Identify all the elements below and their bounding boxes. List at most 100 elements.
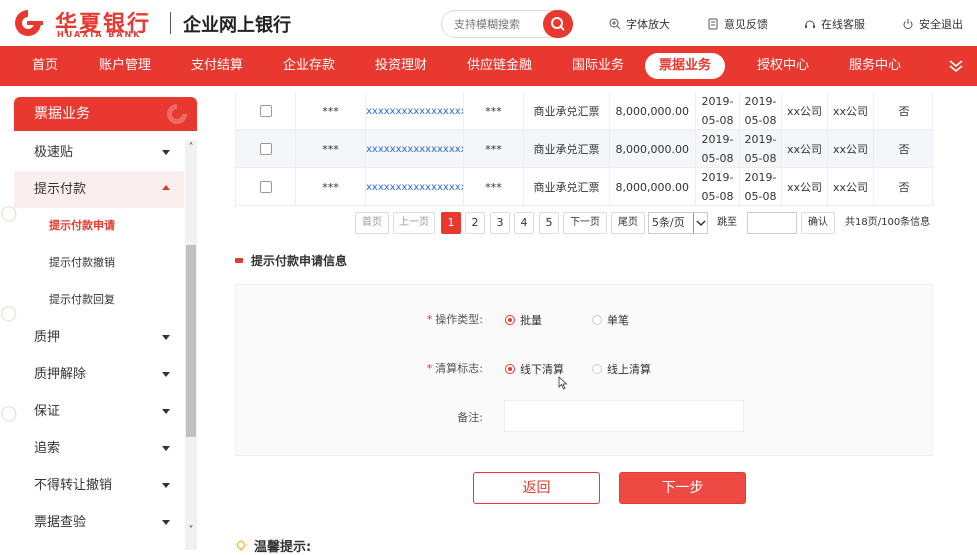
sidebar-item-nontransfer-revoke[interactable]: 不得转让撤销 <box>14 467 184 504</box>
feedback-icon <box>708 18 718 30</box>
sidebar-item-pledge-release[interactable]: 质押解除 <box>14 356 184 393</box>
next-step-button[interactable]: 下一步 <box>619 472 746 504</box>
settle-online-radio[interactable]: 线上清算 <box>592 361 651 377</box>
online-service-link[interactable]: 在线客服 <box>804 16 865 32</box>
table-cell: *** <box>464 130 524 168</box>
logout-link[interactable]: 安全退出 <box>902 16 963 32</box>
search-input[interactable] <box>454 16 544 32</box>
op-type-single-radio[interactable]: 单笔 <box>592 312 629 328</box>
row-checkbox[interactable] <box>259 181 272 193</box>
sidebar-sub-revoke[interactable]: 提示付款撤销 <box>14 245 184 281</box>
page-2-button[interactable]: 2 <box>465 212 485 234</box>
remark-input[interactable] <box>504 400 744 432</box>
nav-item-deposit[interactable]: 企业存款 <box>283 46 335 86</box>
caret-down-icon <box>162 520 170 525</box>
prev-page-button[interactable]: 上一页 <box>393 212 435 234</box>
radio-dot <box>505 364 515 374</box>
table-cell: 2019- 05-08 <box>696 92 740 130</box>
scroll-down-icon[interactable]: ˅ <box>185 525 197 537</box>
chevron-down-icon[interactable] <box>948 58 964 74</box>
table-row[interactable]: *** xxxxxxxxxxxxxxxxxx *** 商业承兑汇票 8,000,… <box>236 92 934 130</box>
jump-confirm-button[interactable]: 确认 <box>801 212 835 234</box>
jump-page-input[interactable] <box>747 212 797 234</box>
sidebar-item-label: 质押解除 <box>34 367 87 382</box>
caret-down-icon <box>162 150 170 155</box>
page-4-button[interactable]: 4 <box>514 212 534 234</box>
sidebar-item-payment-prompt[interactable]: 提示付款 <box>14 171 184 208</box>
nav-item-service[interactable]: 服务中心 <box>849 46 901 86</box>
side-decoration: ○ <box>0 400 18 424</box>
date-part: 05-08 <box>701 152 734 165</box>
table-cell: xx公司 <box>782 92 828 130</box>
table-row[interactable]: *** xxxxxxxxxxxxxxxxxx *** 商业承兑汇票 8,000,… <box>236 168 934 206</box>
logo-name-en: HUAXIA BANK <box>57 30 142 39</box>
nav-item-supply-chain[interactable]: 供应链金融 <box>467 46 532 86</box>
feedback-link[interactable]: 意见反馈 <box>707 16 768 32</box>
page-3-button[interactable]: 3 <box>490 212 510 234</box>
op-type-batch-radio[interactable]: 批量 <box>505 312 542 328</box>
caret-down-icon <box>162 446 170 451</box>
table-cell: 8,000,000.00 <box>610 92 696 130</box>
table-cell: 商业承兑汇票 <box>524 92 610 130</box>
scroll-up-icon[interactable]: ˄ <box>185 142 197 154</box>
sidebar-item-recourse[interactable]: 追索 <box>14 430 184 467</box>
last-page-button[interactable]: 尾页 <box>611 212 645 234</box>
nav-item-home[interactable]: 首页 <box>32 46 58 86</box>
date-part: 2019- <box>744 171 777 184</box>
logo-mark-icon <box>15 10 43 36</box>
sidebar-item-label: 提示付款 <box>34 182 87 197</box>
row-checkbox[interactable] <box>259 143 272 155</box>
search-box <box>441 10 573 38</box>
table-cell: *** <box>296 92 366 130</box>
date-part: 05-08 <box>744 114 777 127</box>
pager-summary: 共18页/100条信息 <box>845 217 931 228</box>
caret-down-icon <box>162 409 170 414</box>
page-5-button[interactable]: 5 <box>539 212 559 234</box>
nav-item-investment[interactable]: 投资理财 <box>375 46 427 86</box>
table-cell: 8,000,000.00 <box>610 168 696 206</box>
nav-item-authorization[interactable]: 授权中心 <box>757 46 809 86</box>
sidebar: 票据业务 极速贴 提示付款 提示付款申请 提示付款撤销 提示付款回复 质押 质押… <box>14 97 197 551</box>
sidebar-sub-apply[interactable]: 提示付款申请 <box>14 208 184 244</box>
page-1-button[interactable]: 1 <box>441 212 461 234</box>
date-part: 2019- <box>744 133 777 146</box>
op-type-label: * 操作类型: <box>426 313 483 326</box>
sidebar-item-guarantee[interactable]: 保证 <box>14 393 184 430</box>
radio-label: 线下清算 <box>520 363 564 376</box>
nav-item-bills[interactable]: 票据业务 <box>645 53 726 79</box>
row-checkbox-cell <box>236 92 296 130</box>
logo-watermark-icon <box>167 104 187 124</box>
search-button[interactable] <box>543 10 573 38</box>
bill-number-link[interactable]: xxxxxxxxxxxxxxxxxx <box>366 92 464 130</box>
next-page-button[interactable]: 下一页 <box>563 212 607 234</box>
sidebar-item-bill-inspection[interactable]: 票据查验 <box>14 504 184 541</box>
sidebar-scrollbar-thumb[interactable] <box>186 245 196 437</box>
settle-offline-radio[interactable]: 线下清算 <box>505 361 564 377</box>
bill-number-link[interactable]: xxxxxxxxxxxxxxxxxx <box>366 130 464 168</box>
page-size-select[interactable]: 5条/页 <box>648 212 708 234</box>
caret-down-icon <box>162 483 170 488</box>
nav-item-accounts[interactable]: 账户管理 <box>99 46 151 86</box>
date-part: 2019- <box>701 133 734 146</box>
sidebar-item-quick-discount[interactable]: 极速贴 <box>14 134 184 171</box>
first-page-button[interactable]: 首页 <box>355 212 389 234</box>
tips-title: 温馨提示: <box>254 540 312 555</box>
table-cell: 否 <box>898 104 910 118</box>
date-part: 2019- <box>744 95 777 108</box>
font-zoom-link[interactable]: 字体放大 <box>609 16 670 32</box>
bank-logo[interactable]: 华夏银行 HUAXIA BANK <box>10 6 160 40</box>
caret-down-icon <box>162 335 170 340</box>
sidebar-item-pledge[interactable]: 质押 <box>14 319 184 356</box>
table-row[interactable]: *** xxxxxxxxxxxxxxxxxx *** 商业承兑汇票 8,000,… <box>236 130 934 168</box>
nav-item-international[interactable]: 国际业务 <box>572 46 624 86</box>
back-button[interactable]: 返回 <box>473 472 600 504</box>
row-checkbox[interactable] <box>259 105 272 117</box>
power-icon <box>903 19 913 30</box>
dropdown-toggle[interactable] <box>693 213 707 233</box>
page-size-value: 5条/页 <box>652 216 685 229</box>
table-cell: xx公司 <box>782 168 828 206</box>
nav-item-payment[interactable]: 支付结算 <box>191 46 243 86</box>
table-cell: *** <box>464 92 524 130</box>
sidebar-sub-reply[interactable]: 提示付款回复 <box>14 282 184 318</box>
bill-number-link[interactable]: xxxxxxxxxxxxxxxxxx <box>366 168 464 206</box>
